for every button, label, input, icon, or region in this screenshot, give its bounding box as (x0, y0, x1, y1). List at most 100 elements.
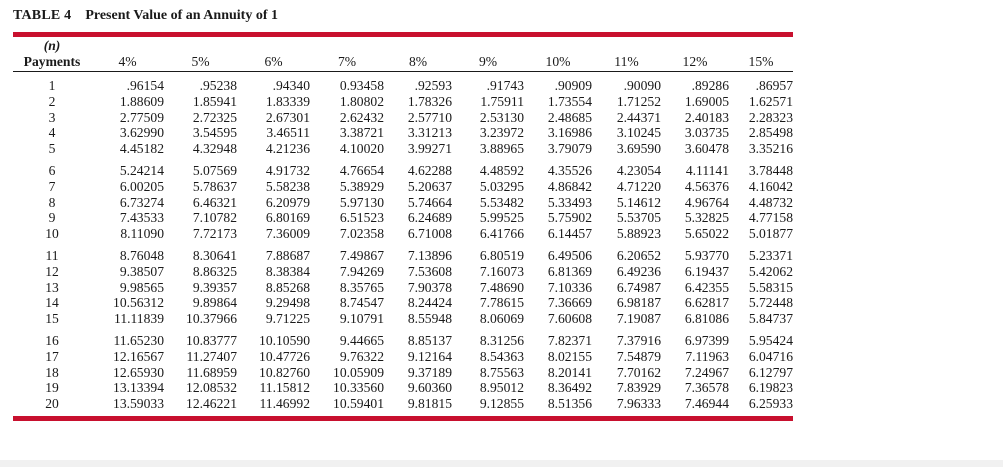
annuity-value: 5.97130 (339, 194, 384, 210)
annuity-value: 3.31213 (407, 125, 452, 141)
annuity-value: 4.96764 (684, 194, 729, 210)
annuity-value: 7.83929 (616, 380, 661, 396)
annuity-value: 4.62288 (407, 162, 452, 178)
table-row: 8 6.73274 6.46321 6.20979 5.97130 5.74664 5.53… (13, 195, 793, 211)
annuity-value: 3.16986 (547, 125, 592, 141)
payment-count: 11 (45, 247, 59, 263)
annuity-value: 1.62571 (748, 93, 793, 109)
annuity-value: 6.81369 (547, 263, 592, 279)
annuity-value: 6.00205 (119, 178, 164, 194)
table-row: 13 9.98565 9.39357 8.85268 8.35765 7.90378 7.4… (13, 280, 793, 296)
annuity-value: 8.24424 (407, 295, 452, 311)
annuity-value: 9.76322 (339, 348, 384, 364)
annuity-value: 9.39357 (192, 279, 237, 295)
annuity-value: 13.13394 (113, 380, 164, 396)
annuity-value: 3.03735 (684, 125, 729, 141)
annuity-value: 6.80169 (265, 210, 310, 226)
payment-count: 16 (45, 332, 59, 348)
annuity-value: 8.38384 (265, 263, 310, 279)
table-row: 7 6.00205 5.78637 5.58238 5.38929 5.20637 5.03… (13, 179, 793, 195)
table-row: 15 11.11839 10.37966 9.71225 9.10791 8.55948 8… (13, 311, 793, 327)
annuity-value: 10.10590 (259, 332, 310, 348)
annuity-value: 9.12855 (479, 396, 524, 412)
annuity-value: 2.28323 (748, 109, 793, 125)
payment-count: 20 (45, 396, 59, 412)
annuity-value: 10.05909 (333, 364, 384, 380)
annuity-value: 6.74987 (616, 279, 661, 295)
annuity-value: 2.77509 (119, 109, 164, 125)
annuity-value: 2.62432 (339, 109, 384, 125)
annuity-value: 7.78615 (479, 295, 524, 311)
annuity-value: 5.72448 (748, 295, 793, 311)
annuity-value: 5.33493 (547, 194, 592, 210)
annuity-value: 7.70162 (616, 364, 661, 380)
payment-count: 9 (48, 210, 56, 226)
annuity-value: 7.54879 (616, 348, 661, 364)
annuity-value: 8.51356 (547, 396, 592, 412)
annuity-value: 5.53705 (616, 210, 661, 226)
annuity-value: .90909 (554, 78, 592, 93)
table-row: 19 13.13394 12.08532 11.15812 10.33560 9.6036… (13, 380, 793, 396)
annuity-value: 3.54595 (192, 125, 237, 141)
annuity-value: 6.42355 (684, 279, 729, 295)
table-row: 6 5.24214 5.07569 4.91732 4.76654 4.62288 4.48… (13, 157, 793, 179)
annuity-value: 12.08532 (186, 380, 237, 396)
payments-label: Payments (13, 53, 91, 72)
annuity-value: 2.85498 (748, 125, 793, 141)
annuity-value: 9.37189 (407, 364, 452, 380)
annuity-value: 3.10245 (616, 125, 661, 141)
rate-header: 4% (91, 53, 164, 72)
annuity-value: 12.16567 (113, 348, 164, 364)
annuity-value: 6.12797 (748, 364, 793, 380)
annuity-value: 9.89864 (192, 295, 237, 311)
annuity-value: 6.19437 (684, 263, 729, 279)
present-value-table: (n) Payments 4% 5% 6% 7% 8% 9% 10% 11% 12% 15% 1.… (13, 37, 793, 412)
annuity-value: 5.23371 (748, 247, 793, 263)
annuity-value: 6.71008 (407, 226, 452, 242)
rate-header: 11% (592, 53, 661, 72)
annuity-value: 3.88965 (479, 141, 524, 157)
annuity-value: 5.99525 (479, 210, 524, 226)
annuity-value: 11.65230 (113, 332, 164, 348)
annuity-value: 1.71252 (616, 93, 661, 109)
annuity-value: 9.10791 (339, 311, 384, 327)
annuity-value: 4.86842 (547, 178, 592, 194)
annuity-value: 10.47726 (259, 348, 310, 364)
annuity-value: 4.76654 (339, 162, 384, 178)
annuity-value: 6.20979 (265, 194, 310, 210)
rate-header: 7% (310, 53, 384, 72)
payment-count: 1 (48, 78, 56, 93)
annuity-value: 7.96333 (616, 396, 661, 412)
annuity-value: 6.41766 (479, 226, 524, 242)
annuity-value: 6.73274 (119, 194, 164, 210)
annuity-value: 5.14612 (616, 194, 661, 210)
annuity-value: .86957 (755, 78, 793, 93)
table-row: 4 3.62990 3.54595 3.46511 3.38721 3.31213 3.23… (13, 125, 793, 141)
annuity-value: 7.72173 (192, 226, 237, 242)
annuity-value: 5.93770 (684, 247, 729, 263)
annuity-value: 4.45182 (119, 141, 164, 157)
annuity-value: 11.46992 (259, 396, 310, 412)
annuity-value: 7.10336 (547, 279, 592, 295)
annuity-value: 11.15812 (259, 380, 310, 396)
annuity-value: 1.73554 (547, 93, 592, 109)
annuity-value: 1.88609 (119, 93, 164, 109)
annuity-value: 2.53130 (479, 109, 524, 125)
annuity-value: 5.38929 (339, 178, 384, 194)
annuity-value: 8.74547 (339, 295, 384, 311)
annuity-value: 7.46944 (684, 396, 729, 412)
annuity-value: 7.13896 (407, 247, 452, 263)
annuity-value: 5.74664 (407, 194, 452, 210)
annuity-value: 8.06069 (479, 311, 524, 327)
payment-count: 3 (48, 109, 56, 125)
annuity-value: 7.36009 (265, 226, 310, 242)
annuity-value: 5.53482 (479, 194, 524, 210)
annuity-value: 5.42062 (748, 263, 793, 279)
rate-header: 9% (452, 53, 524, 72)
annuity-value: .91743 (486, 78, 524, 93)
annuity-value: 7.53608 (407, 263, 452, 279)
annuity-value: 4.77158 (748, 210, 793, 226)
annuity-value: 9.81815 (407, 396, 452, 412)
annuity-value: 5.58315 (748, 279, 793, 295)
annuity-value: 7.43533 (119, 210, 164, 226)
